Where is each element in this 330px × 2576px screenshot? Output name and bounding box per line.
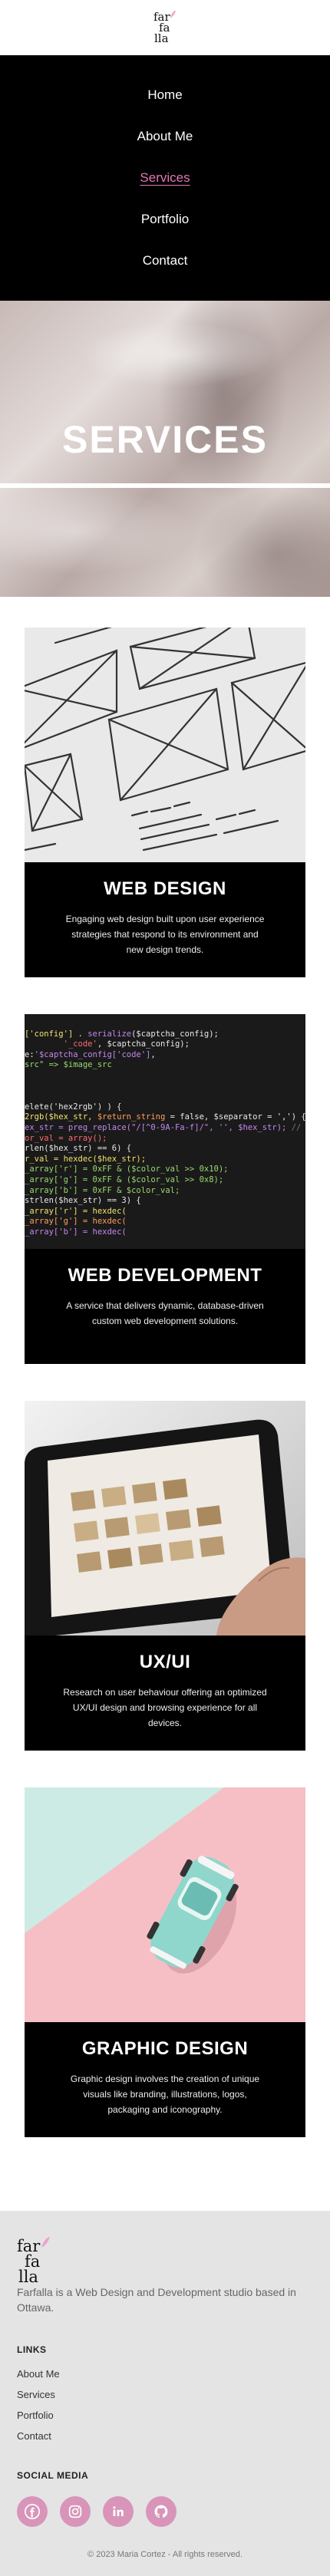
footer-link-services[interactable]: Services xyxy=(17,2389,55,2400)
service-card-body: WEB DESIGN Engaging web design built upo… xyxy=(25,862,305,977)
service-title: WEB DEVELOPMENT xyxy=(68,1265,262,1286)
service-title: WEB DESIGN xyxy=(104,878,226,899)
page-title: SERVICES xyxy=(62,418,268,461)
butterfly-wing-icon xyxy=(170,10,177,18)
social-links xyxy=(17,2496,313,2527)
nav-link-services[interactable]: Services xyxy=(140,169,190,187)
service-description: A service that delivers dynamic, databas… xyxy=(66,1300,264,1326)
logo-line-3: lla xyxy=(18,2268,38,2286)
service-card-body: GRAPHIC DESIGN Graphic design involves t… xyxy=(25,2022,305,2137)
service-title: GRAPHIC DESIGN xyxy=(81,2038,249,2059)
service-description: Engaging web design built upon user expe… xyxy=(65,914,265,955)
footer-link-portfolio[interactable]: Portfolio xyxy=(17,2410,54,2421)
toy-car-image xyxy=(25,1787,305,2022)
hero-banner: SERVICES xyxy=(0,301,330,597)
footer-links-heading: LINKS xyxy=(17,2344,47,2355)
instagram-icon[interactable] xyxy=(60,2496,91,2527)
services-list: WEB DESIGN Engaging web design built upo… xyxy=(0,597,330,2211)
linkedin-icon[interactable] xyxy=(103,2496,134,2527)
logo-line-3: lla xyxy=(154,31,169,45)
footer-link-contact[interactable]: Contact xyxy=(17,2430,51,2442)
logo-line-2: fa xyxy=(25,2252,41,2271)
footer-logo[interactable]: far fa lla xyxy=(17,2236,313,2286)
service-description: Research on user behaviour offering an o… xyxy=(63,1687,267,1728)
logo-line-1: far xyxy=(17,2237,41,2255)
facebook-icon[interactable] xyxy=(17,2496,48,2527)
hero-divider xyxy=(0,483,330,488)
nav-link-home[interactable]: Home xyxy=(147,86,182,104)
nav-link-contact[interactable]: Contact xyxy=(143,252,188,270)
github-icon[interactable] xyxy=(146,2496,177,2527)
site-footer: far fa lla Farfalla is a Web Design and … xyxy=(0,2211,330,2576)
tablet-layout-image xyxy=(25,1401,305,1636)
service-card-body: WEB DEVELOPMENT A service that delivers … xyxy=(25,1249,305,1364)
butterfly-wing-icon xyxy=(41,2236,50,2248)
main-navigation: Home About Me Services Portfolio Contact xyxy=(0,55,330,301)
service-card-web-development: ['config'] . serialize($captcha_config);… xyxy=(25,1014,305,1364)
footer-about-text: Farfalla is a Web Design and Development… xyxy=(17,2286,296,2314)
service-card-ux-ui: UX/UI Research on user behaviour offerin… xyxy=(25,1401,305,1751)
nav-link-about-me[interactable]: About Me xyxy=(137,127,193,146)
footer-social-heading: SOCIAL MEDIA xyxy=(17,2470,89,2481)
service-title: UX/UI xyxy=(139,1652,191,1672)
code-editor-image: ['config'] . serialize($captcha_config);… xyxy=(25,1014,305,1249)
site-header: far fa lla xyxy=(0,0,330,55)
nav-link-portfolio[interactable]: Portfolio xyxy=(141,210,189,229)
service-card-web-design: WEB DESIGN Engaging web design built upo… xyxy=(25,628,305,977)
copyright-text: © 2023 Maria Cortez - All rights reserve… xyxy=(87,2550,243,2559)
site-logo[interactable]: far fa lla xyxy=(153,10,177,45)
footer-links-list: About Me Services Portfolio Contact xyxy=(17,2366,313,2443)
wireframe-sketch-image xyxy=(25,628,305,862)
service-card-body: UX/UI Research on user behaviour offerin… xyxy=(25,1636,305,1751)
service-description: Graphic design involves the creation of … xyxy=(70,2074,260,2115)
footer-link-about-me[interactable]: About Me xyxy=(17,2368,60,2380)
service-card-graphic-design: GRAPHIC DESIGN Graphic design involves t… xyxy=(25,1787,305,2137)
